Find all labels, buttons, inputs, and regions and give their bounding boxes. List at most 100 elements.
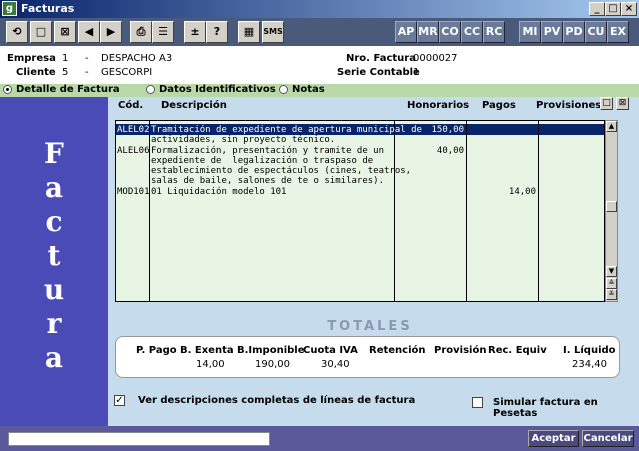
scroll-top-icon[interactable]: ▲ bbox=[606, 121, 617, 132]
table-row-desc[interactable]: Formalización, presentación y tramite de… bbox=[151, 146, 384, 156]
tab-detalle-radio[interactable] bbox=[3, 85, 12, 94]
cliente-name: GESCORPI bbox=[101, 67, 153, 78]
column-header-pagos: Pagos bbox=[482, 100, 516, 111]
window-title: Facturas bbox=[21, 2, 75, 15]
help-icon[interactable]: ? bbox=[206, 21, 228, 43]
close-icon[interactable]: × bbox=[621, 2, 637, 16]
empresa-name: DESPACHO A3 bbox=[101, 53, 173, 64]
sms-button[interactable]: SMS bbox=[262, 21, 284, 43]
total-header: B.Imponible bbox=[237, 345, 305, 356]
empresa-separator: - bbox=[85, 53, 89, 64]
ver-descripciones-checkbox[interactable]: ✓ bbox=[114, 395, 125, 406]
empresa-label: Empresa bbox=[7, 53, 56, 64]
scroll-page-down-icon[interactable]: ≚ bbox=[606, 289, 617, 300]
scroll-page-up-icon[interactable]: ≙ bbox=[606, 278, 617, 289]
cliente-number: 5 bbox=[62, 67, 69, 78]
table-row-desc[interactable]: expediente de legalización o traspaso de bbox=[151, 156, 373, 166]
invoice-header: Empresa 1 - DESPACHO A3 Cliente 5 - GESC… bbox=[0, 46, 639, 84]
table-row-pagos[interactable]: 14,00 bbox=[468, 187, 536, 197]
toolbar-code-button[interactable]: MR bbox=[417, 21, 439, 43]
empresa-number: 1 bbox=[62, 53, 69, 64]
toolbar-code-button[interactable]: RC bbox=[483, 21, 505, 43]
grid-scrollbar[interactable]: ▲ ▼ ≙ ≚ bbox=[605, 120, 618, 302]
sidebar-title-letter: t bbox=[47, 239, 61, 272]
table-row-desc[interactable]: Tramitación de expediente de apertura mu… bbox=[151, 125, 422, 135]
next-icon[interactable]: ▶ bbox=[100, 21, 122, 43]
delete-icon[interactable]: ⊠ bbox=[54, 21, 76, 43]
table-row-code[interactable]: ALEL06 bbox=[117, 146, 150, 156]
tab-notas-label[interactable]: Notas bbox=[292, 84, 325, 95]
scroll-down-icon[interactable]: ▼ bbox=[606, 266, 617, 277]
status-bar: Aceptar Cancelar bbox=[0, 426, 639, 451]
minimize-icon[interactable]: _ bbox=[589, 2, 605, 16]
toolbar-code-button[interactable]: EX bbox=[607, 21, 629, 43]
total-value-cuota-iva: 30,40 bbox=[321, 359, 350, 370]
column-header-codigo: Cód. bbox=[118, 100, 144, 111]
factura-label: Nro. Factura bbox=[346, 53, 416, 64]
list-icon[interactable]: ☰ bbox=[152, 21, 174, 43]
sidebar-title-letter: r bbox=[46, 307, 62, 340]
total-header: Rec. Equiv bbox=[488, 345, 547, 356]
table-row-desc[interactable]: actividades, sin proyecto técnico. bbox=[151, 135, 335, 145]
accept-button[interactable]: Aceptar bbox=[528, 430, 579, 447]
total-header: P. Pago bbox=[136, 345, 177, 356]
totals-panel: P. Pago B. Exenta B.Imponible Cuota IVA … bbox=[115, 336, 620, 378]
invoice-lines-grid[interactable]: ALEL02 Tramitación de expediente de aper… bbox=[115, 120, 605, 302]
ver-descripciones-label: Ver descripciones completas de líneas de… bbox=[138, 395, 416, 406]
toolbar: ⟲ □ ⊠ ◀ ▶ ⎙ ☰ ± ? ▦ SMS AP MR CO CC RC M… bbox=[0, 18, 639, 46]
toolbar-code-button[interactable]: CO bbox=[439, 21, 461, 43]
table-row-code[interactable]: MOD101 bbox=[117, 187, 150, 197]
serie-label: Serie Contable bbox=[337, 67, 420, 78]
table-row-desc[interactable]: 01 Liquidación modelo 101 bbox=[151, 187, 286, 197]
sidebar-title-letter: c bbox=[45, 205, 63, 238]
app-icon: g bbox=[2, 1, 17, 16]
simular-pesetas-label: Simular factura en Pesetas bbox=[493, 397, 598, 419]
sidebar-vertical-title: Factura bbox=[24, 137, 84, 375]
column-header-provisiones: Provisiones bbox=[536, 100, 602, 111]
print-icon[interactable]: ⎙ bbox=[130, 21, 152, 43]
table-row-honorarios[interactable]: 40,00 bbox=[396, 146, 464, 156]
toolbar-code-button[interactable]: MI bbox=[519, 21, 541, 43]
sidebar-title-letter: a bbox=[44, 341, 64, 374]
total-value-imponible: 190,00 bbox=[255, 359, 290, 370]
tab-bar: Detalle de Factura Datos Identificativos… bbox=[0, 84, 639, 97]
factura-number: 0000027 bbox=[413, 53, 458, 64]
tab-datos-radio[interactable] bbox=[146, 85, 155, 94]
table-row-desc[interactable]: salas de baile, salones de te o similare… bbox=[151, 176, 384, 186]
maximize-icon[interactable]: □ bbox=[605, 2, 621, 16]
column-header-honorarios: Honorarios bbox=[407, 100, 470, 111]
tab-datos-label[interactable]: Datos Identificativos bbox=[159, 84, 276, 95]
totals-title: TOTALES bbox=[327, 319, 413, 334]
cliente-separator: - bbox=[85, 67, 89, 78]
toolbar-code-button[interactable]: PV bbox=[541, 21, 563, 43]
toolbar-code-button[interactable]: CU bbox=[585, 21, 607, 43]
prev-icon[interactable]: ◀ bbox=[78, 21, 100, 43]
table-row-desc[interactable]: establecimiento de espectáculos (cines, … bbox=[151, 166, 411, 176]
total-header: Cuota IVA bbox=[303, 345, 358, 356]
total-header: B. Exenta bbox=[180, 345, 234, 356]
table-row-code[interactable]: ALEL02 bbox=[117, 125, 150, 135]
total-value-liquido: 234,40 bbox=[572, 359, 607, 370]
table-row-honorarios[interactable]: 150,00 bbox=[396, 125, 464, 135]
sidebar: Factura bbox=[0, 97, 108, 426]
plusminus-icon[interactable]: ± bbox=[184, 21, 206, 43]
status-field bbox=[8, 432, 270, 446]
serie-value: 1 bbox=[413, 67, 420, 78]
calculator-icon[interactable]: ▦ bbox=[238, 21, 260, 43]
grid-delete-icon[interactable]: ⊠ bbox=[616, 97, 629, 110]
tab-notas-radio[interactable] bbox=[279, 85, 288, 94]
sidebar-title-letter: a bbox=[44, 171, 64, 204]
sidebar-title-letter: F bbox=[44, 137, 64, 170]
cancel-button[interactable]: Cancelar bbox=[582, 430, 634, 447]
tab-detalle-label[interactable]: Detalle de Factura bbox=[16, 84, 120, 95]
new-icon[interactable]: □ bbox=[30, 21, 52, 43]
refresh-icon[interactable]: ⟲ bbox=[6, 21, 28, 43]
total-header: Retención bbox=[369, 345, 426, 356]
toolbar-code-button[interactable]: PD bbox=[563, 21, 585, 43]
grid-add-icon[interactable]: □ bbox=[600, 97, 613, 110]
toolbar-code-button[interactable]: CC bbox=[461, 21, 483, 43]
toolbar-code-button[interactable]: AP bbox=[395, 21, 417, 43]
scroll-thumb[interactable] bbox=[606, 201, 617, 212]
title-bar: g Facturas _ □ × bbox=[0, 0, 639, 18]
simular-pesetas-checkbox[interactable] bbox=[472, 397, 483, 408]
